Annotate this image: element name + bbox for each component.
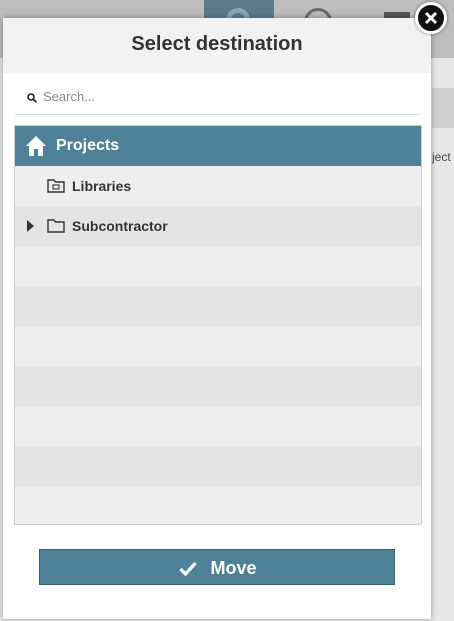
search-input[interactable] [41, 84, 415, 108]
dialog-header: Select destination [3, 18, 431, 73]
move-button[interactable]: Move [39, 549, 395, 585]
tree-item-label: Libraries [72, 178, 132, 194]
background-panel [432, 88, 454, 128]
empty-row [15, 486, 421, 524]
empty-row [15, 246, 421, 286]
move-button-label: Move [210, 558, 257, 578]
empty-row [15, 406, 421, 446]
background-column-text: ject [432, 150, 451, 164]
tree-root-projects[interactable]: Projects [15, 126, 421, 166]
folder-icon [47, 217, 65, 238]
search-icon [27, 90, 37, 108]
library-folder-icon [47, 177, 65, 198]
empty-row [15, 326, 421, 366]
empty-row [15, 286, 421, 326]
move-button-content: Move [40, 558, 396, 579]
home-icon [24, 134, 48, 163]
folder-tree: Projects Libraries Subcontractor [14, 125, 422, 525]
empty-row [15, 366, 421, 406]
tree-item-subcontractor[interactable]: Subcontractor [15, 206, 421, 246]
tree-item-label: Subcontractor [72, 218, 168, 234]
select-destination-dialog: Select destination Projects [3, 18, 431, 619]
checkmark-icon [179, 558, 210, 578]
search-bar [15, 76, 421, 115]
close-dialog-button[interactable] [415, 2, 447, 34]
expand-arrow-icon[interactable] [27, 220, 34, 232]
tree-item-libraries[interactable]: Libraries [15, 166, 421, 206]
empty-row [15, 446, 421, 486]
tree-root-label: Projects [56, 137, 120, 154]
dialog-title: Select destination [131, 33, 303, 55]
